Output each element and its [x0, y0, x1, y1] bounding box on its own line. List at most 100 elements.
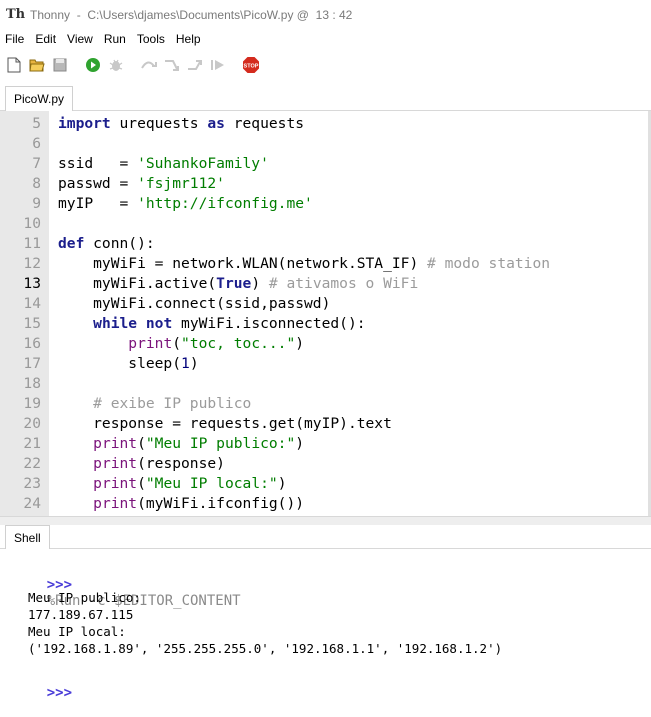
- menu-view[interactable]: View: [62, 32, 99, 46]
- code-line: 16 print("toc, toc..."): [0, 334, 651, 354]
- run-button[interactable]: [84, 56, 102, 74]
- keyword: as: [207, 115, 225, 132]
- menu-run[interactable]: Run: [99, 32, 132, 46]
- shell-output-line: Meu IP publico:: [28, 590, 141, 605]
- code-text: ): [295, 335, 305, 352]
- builtin: print: [93, 455, 138, 472]
- string-literal: "Meu IP local:": [145, 475, 278, 492]
- string-literal: 'SuhankoFamily': [137, 155, 269, 172]
- shell-input-line[interactable]: >>>: [13, 669, 72, 717]
- step-into-button[interactable]: [163, 56, 181, 74]
- code-text: (response): [137, 455, 225, 472]
- line-number: 7: [32, 155, 41, 172]
- code-text: (myWiFi.ifconfig()): [137, 495, 305, 512]
- keyword: while: [93, 315, 138, 332]
- code-line: 24 print(myWiFi.ifconfig()): [0, 494, 651, 514]
- code-line: 14 myWiFi.connect(ssid,passwd): [0, 294, 651, 314]
- line-number: 5: [32, 115, 41, 132]
- code-line: 12 myWiFi = network.WLAN(network.STA_IF)…: [0, 254, 651, 274]
- line-number: 8: [32, 175, 41, 192]
- code-text: sleep(: [58, 355, 182, 372]
- shell-tab-strip: Shell: [0, 525, 651, 549]
- code-text: conn():: [84, 235, 155, 252]
- code-text: (: [137, 475, 146, 492]
- keyword: True: [216, 275, 252, 292]
- keyword: not: [145, 315, 173, 332]
- code-text: (: [172, 335, 182, 352]
- line-number: 16: [23, 335, 41, 352]
- code-line: 10: [0, 214, 651, 234]
- menu-help[interactable]: Help: [171, 32, 207, 46]
- tab-shell[interactable]: Shell: [5, 525, 50, 549]
- line-number: 20: [23, 415, 41, 432]
- keyword: import: [58, 115, 111, 132]
- code-text: myWiFi.isconnected():: [172, 315, 366, 332]
- code-line: 11 def conn():: [0, 234, 651, 254]
- code-text: urequests: [110, 115, 208, 132]
- line-number: 21: [23, 435, 41, 452]
- code-text: ): [189, 355, 199, 372]
- code-line: 6: [0, 134, 651, 154]
- shell-output-line: Meu IP local:: [28, 624, 126, 639]
- line-number: 19: [23, 395, 41, 412]
- line-number: 24: [23, 495, 41, 512]
- save-file-button[interactable]: [51, 56, 69, 74]
- code-line: 22 print(response): [0, 454, 651, 474]
- step-over-button[interactable]: [140, 56, 158, 74]
- tab-picow-py[interactable]: PicoW.py: [5, 86, 74, 111]
- code-text: ): [251, 275, 269, 292]
- code-text: (: [137, 435, 146, 452]
- code-line: 5 import urequests as requests: [0, 114, 651, 134]
- resume-button[interactable]: [209, 56, 227, 74]
- code-text: myIP =: [58, 195, 138, 212]
- debug-button[interactable]: [107, 56, 125, 74]
- menu-file[interactable]: File: [0, 32, 30, 46]
- window-title-path: C:\Users\djames\Documents\PicoW.py: [87, 7, 294, 22]
- code-editor[interactable]: 5 import urequests as requests 6 7 ssid = …: [0, 111, 651, 516]
- code-text: myWiFi.active(: [58, 275, 217, 292]
- code-line: 18: [0, 374, 651, 394]
- code-line: 17 sleep(1): [0, 354, 651, 374]
- code-text: passwd =: [58, 175, 138, 192]
- line-number: 9: [32, 195, 41, 212]
- line-number: 14: [23, 295, 41, 312]
- line-number: 15: [23, 315, 41, 332]
- new-file-button[interactable]: [5, 56, 23, 74]
- line-number-current: 13: [23, 275, 41, 292]
- code-line: 19 # exibe IP publico: [0, 394, 651, 414]
- title-bar: Th Thonny - C:\Users\djames\Documents\Pi…: [0, 0, 651, 29]
- shell-output-line: ('192.168.1.89', '255.255.255.0', '192.1…: [28, 641, 503, 656]
- save-icon: [53, 58, 67, 72]
- step-into-icon: [165, 60, 179, 71]
- pane-divider[interactable]: [0, 516, 651, 525]
- comment: # modo station: [427, 255, 551, 272]
- stop-icon: STOP: [243, 57, 259, 73]
- code-line: 7 ssid = 'SuhankoFamily': [0, 154, 651, 174]
- editor-tab-strip: PicoW.py: [0, 86, 651, 111]
- open-file-button[interactable]: [28, 56, 46, 74]
- shell-console[interactable]: >>> %Run -c $EDITOR_CONTENT Meu IP publi…: [0, 549, 651, 705]
- shell-prompt: >>>: [46, 685, 73, 701]
- code-text: myWiFi.connect(ssid,passwd): [58, 295, 331, 312]
- code-line: 15 while not myWiFi.isconnected():: [0, 314, 651, 334]
- string-literal: "Meu IP publico:": [145, 435, 296, 452]
- step-out-button[interactable]: [186, 56, 204, 74]
- code-text: myWiFi = network.WLAN(network.STA_IF): [58, 255, 428, 272]
- line-number: 23: [23, 475, 41, 492]
- line-number: 17: [23, 355, 41, 372]
- line-number: 18: [23, 375, 41, 392]
- code-text: ): [277, 475, 287, 492]
- menu-tools[interactable]: Tools: [132, 32, 171, 46]
- menu-edit[interactable]: Edit: [30, 32, 62, 46]
- code-area[interactable]: 5 import urequests as requests 6 7 ssid = …: [0, 114, 651, 514]
- resume-icon: [211, 60, 224, 70]
- stop-button[interactable]: STOP: [242, 56, 260, 74]
- line-number: 6: [32, 135, 41, 152]
- code-text: ): [295, 435, 305, 452]
- line-number: 12: [23, 255, 41, 272]
- menu-bar: File Edit View Run Tools Help: [0, 29, 651, 49]
